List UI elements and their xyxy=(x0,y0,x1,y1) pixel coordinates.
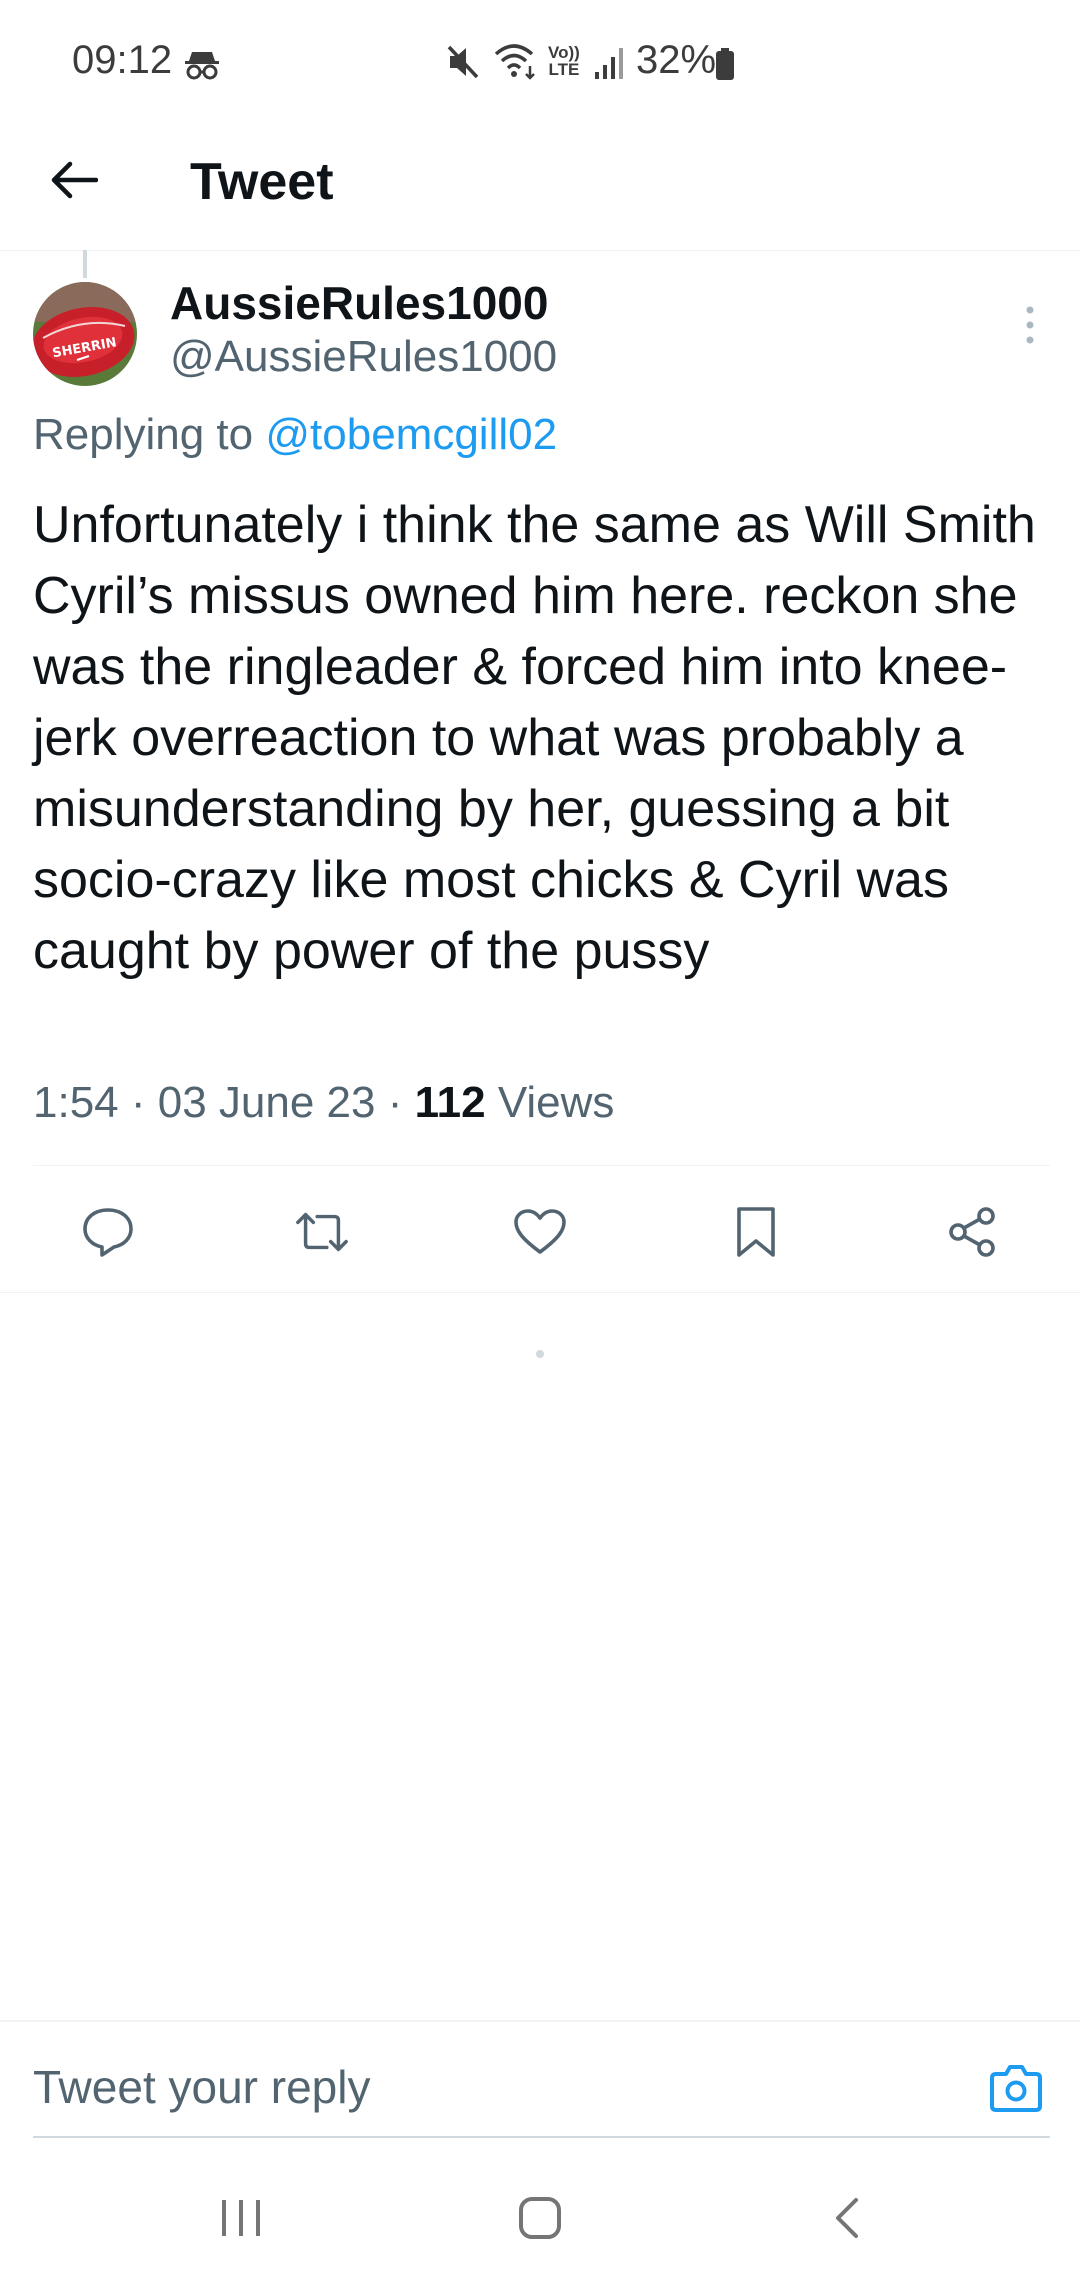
volte-label-top: Vo)) xyxy=(548,43,580,62)
mute-icon xyxy=(447,45,479,79)
arrow-left-icon xyxy=(51,161,98,199)
incognito-icon xyxy=(185,52,219,80)
share-button[interactable] xyxy=(944,1204,1000,1260)
reply-icon xyxy=(83,1208,133,1257)
volte-indicator: Vo)) LTE xyxy=(548,44,580,78)
views-label[interactable]: Views xyxy=(498,1078,615,1127)
back-button[interactable] xyxy=(44,150,104,210)
retweet-button[interactable] xyxy=(294,1204,350,1260)
avatar[interactable]: SHERRIN xyxy=(33,282,137,386)
replying-to-mention-link[interactable]: @tobemcgill02 xyxy=(265,410,557,459)
reply-button[interactable] xyxy=(80,1204,136,1260)
recent-apps-icon[interactable] xyxy=(218,2196,264,2240)
like-button[interactable] xyxy=(512,1204,568,1260)
reply-input[interactable]: Tweet your reply xyxy=(33,2060,370,2114)
battery-percent: 32% xyxy=(636,38,717,82)
loading-indicator xyxy=(536,1350,544,1358)
bookmark-button[interactable] xyxy=(728,1204,784,1260)
tweet-date: 03 June 23 xyxy=(157,1078,376,1127)
meta-separator: · xyxy=(375,1078,415,1127)
share-icon xyxy=(949,1207,995,1257)
camera-icon xyxy=(990,2065,1042,2112)
replying-to-prefix: Replying to xyxy=(33,410,254,459)
thread-connector-line xyxy=(83,250,87,278)
reply-input-underline xyxy=(33,2136,1050,2138)
views-count[interactable]: 112 xyxy=(415,1078,486,1127)
top-app-bar: Tweet xyxy=(0,110,1080,251)
status-time: 09:12 xyxy=(72,38,173,82)
more-options-button[interactable] xyxy=(1010,300,1050,350)
system-back-icon[interactable] xyxy=(826,2196,870,2240)
signal-icon xyxy=(595,48,623,79)
tweet-metadata: 1:54 · 03 June 23 · 112 Views xyxy=(33,1078,614,1128)
battery-icon xyxy=(716,48,734,80)
reply-bar-border xyxy=(0,2020,1080,2022)
meta-separator: · xyxy=(118,1078,158,1127)
home-icon[interactable] xyxy=(516,2194,564,2242)
bookmark-icon xyxy=(737,1207,775,1257)
camera-button[interactable] xyxy=(988,2060,1044,2116)
tweet-action-bar xyxy=(0,1166,1080,1292)
page-title: Tweet xyxy=(190,153,334,211)
football-avatar-image: SHERRIN xyxy=(33,282,137,386)
like-icon xyxy=(514,1209,566,1254)
volte-label-bottom: LTE xyxy=(548,60,580,79)
author-handle[interactable]: @AussieRules1000 xyxy=(170,332,557,382)
author-display-name[interactable]: AussieRules1000 xyxy=(170,276,548,330)
status-bar: 09:12 Vo)) LTE 32% xyxy=(0,0,1080,110)
tweet-text: Unfortunately i think the same as Will S… xyxy=(33,496,1036,980)
wifi-icon xyxy=(494,44,535,80)
more-vertical-icon xyxy=(1026,306,1034,344)
tweet-time: 1:54 xyxy=(33,1078,119,1127)
divider xyxy=(0,1292,1080,1293)
replying-to-line: Replying to @tobemcgill02 xyxy=(33,410,557,460)
retweet-icon xyxy=(296,1212,348,1252)
